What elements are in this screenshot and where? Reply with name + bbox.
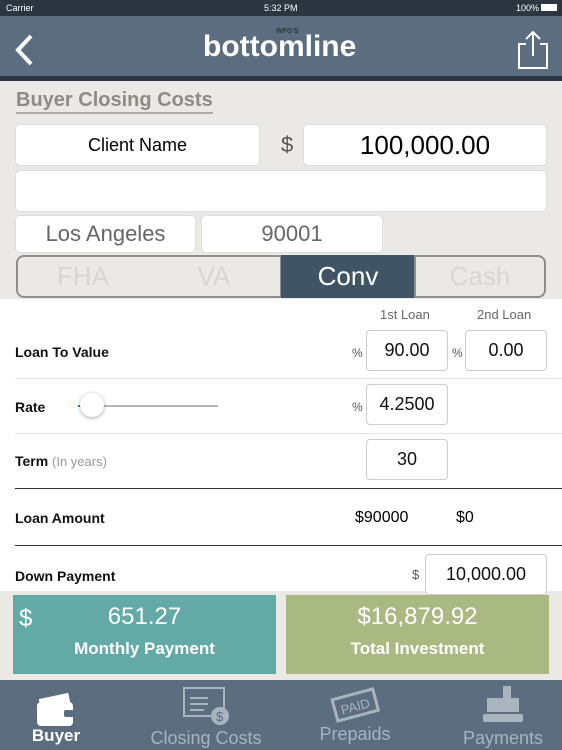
loan-amount-label: Loan Amount bbox=[15, 510, 105, 526]
cash-register-icon bbox=[483, 686, 523, 722]
tab-payments[interactable]: Payments bbox=[433, 682, 562, 750]
pct-symbol: % bbox=[352, 346, 363, 360]
total-investment-value: $16,879.92 bbox=[357, 603, 478, 630]
total-investment-label: Total Investment bbox=[350, 639, 485, 658]
svg-text:$: $ bbox=[216, 709, 224, 724]
chevron-left-icon[interactable] bbox=[14, 34, 34, 66]
carrier: Carrier bbox=[6, 3, 34, 13]
price-field[interactable]: 100,000.00 bbox=[303, 124, 547, 166]
pct-symbol: % bbox=[352, 400, 363, 414]
nav-divider bbox=[0, 76, 562, 81]
monthly-payment-value: 651.27 bbox=[107, 603, 182, 630]
tab-label: Buyer bbox=[31, 726, 81, 745]
rate-input[interactable]: 4.2500 bbox=[366, 384, 448, 425]
currency-symbol: $ bbox=[281, 132, 294, 157]
slider-thumb[interactable] bbox=[80, 393, 104, 417]
term-hint: (In years) bbox=[52, 454, 107, 469]
address-field[interactable] bbox=[15, 170, 547, 212]
battery-level: 100% bbox=[516, 3, 540, 13]
ltv-2nd-input[interactable]: 0.00 bbox=[465, 330, 547, 371]
page-title: Buyer Closing Costs bbox=[16, 89, 213, 114]
monthly-payment-card[interactable]: $ 651.27 Monthly Payment bbox=[13, 595, 276, 674]
tab-label: Payments bbox=[462, 728, 544, 748]
loan-type-va[interactable]: VA bbox=[148, 255, 282, 298]
wallet-icon bbox=[37, 692, 74, 726]
logo: bottomline bbox=[203, 30, 357, 63]
battery-icon bbox=[541, 4, 557, 11]
tab-label: Prepaids bbox=[319, 724, 391, 744]
loan-type-conv[interactable]: Conv bbox=[281, 255, 415, 298]
loan-amount-2nd: $0 bbox=[456, 509, 474, 526]
ltv-1st-input[interactable]: 90.00 bbox=[366, 330, 448, 371]
nav-bar: WFG'S bottomline bbox=[0, 16, 562, 76]
client-name-field[interactable]: Client Name bbox=[15, 124, 260, 166]
divider bbox=[15, 433, 562, 434]
currency-symbol: $ bbox=[412, 567, 420, 582]
col-header-1st-loan: 1st Loan bbox=[380, 307, 430, 322]
term-input[interactable]: 30 bbox=[366, 439, 448, 480]
monthly-payment-label: Monthly Payment bbox=[74, 639, 215, 658]
divider bbox=[15, 545, 562, 546]
share-icon[interactable] bbox=[516, 30, 550, 70]
total-investment-card[interactable]: $16,879.92 Total Investment bbox=[286, 595, 549, 674]
loan-amount-1st: $90000 bbox=[355, 509, 409, 526]
tab-buyer[interactable]: Buyer bbox=[0, 682, 126, 750]
tab-closing-costs[interactable]: $ Closing Costs bbox=[136, 682, 276, 750]
zip-field[interactable]: 90001 bbox=[201, 215, 383, 253]
rate-label: Rate bbox=[15, 399, 46, 415]
loan-type-fha[interactable]: FHA bbox=[16, 255, 150, 298]
invoice-dollar-icon: $ bbox=[183, 687, 229, 725]
down-payment-input[interactable]: 10,000.00 bbox=[425, 554, 547, 595]
divider bbox=[15, 488, 562, 489]
paid-stamp-icon: PAID bbox=[330, 687, 381, 723]
term-label: Term bbox=[15, 453, 49, 469]
col-header-2nd-loan: 2nd Loan bbox=[477, 307, 532, 322]
divider bbox=[15, 378, 562, 379]
city-field[interactable]: Los Angeles bbox=[15, 215, 196, 253]
rate-slider[interactable] bbox=[78, 393, 218, 417]
loan-form: 1st Loan 2nd Loan Loan To Value % 90.00 … bbox=[0, 299, 562, 595]
tab-prepaids[interactable]: PAID Prepaids bbox=[285, 682, 425, 750]
loan-type-cash[interactable]: Cash bbox=[414, 255, 546, 298]
status-bar: Carrier 5:32 PM 100% bbox=[0, 0, 562, 16]
clock: 5:32 PM bbox=[264, 3, 298, 13]
down-payment-label: Down Payment bbox=[15, 568, 116, 584]
pct-symbol: % bbox=[452, 346, 463, 360]
ltv-label: Loan To Value bbox=[15, 344, 109, 360]
tab-label: Closing Costs bbox=[150, 728, 262, 748]
